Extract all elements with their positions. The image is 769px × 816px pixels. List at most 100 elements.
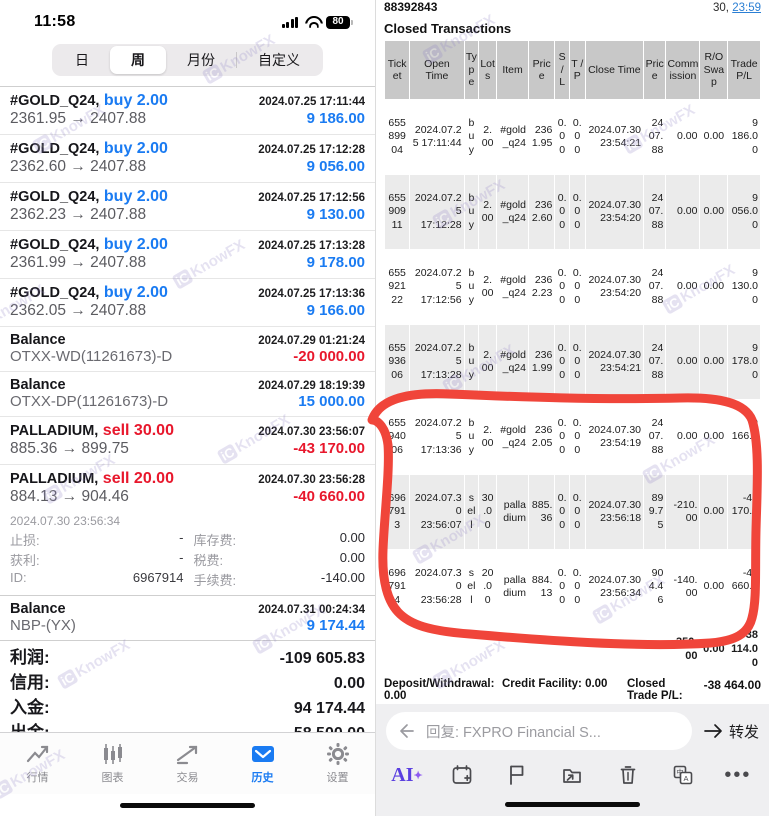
cell-sl: 0.00 <box>555 325 569 399</box>
list-item[interactable]: #GOLD_Q24, buy 2.00 2024.07.25 17:13:36 2… <box>0 278 375 326</box>
list-item[interactable]: #GOLD_Q24, buy 2.00 2024.07.25 17:11:44 2… <box>0 86 375 134</box>
trash-icon[interactable] <box>613 760 643 790</box>
trade-symbol: Balance <box>10 332 66 348</box>
detail-close-time: 2024.07.30 23:56:34 <box>10 514 121 528</box>
cell-lots: 2.00 <box>479 250 497 324</box>
home-indicator-area-right <box>376 792 769 816</box>
cell-item: palladium <box>497 475 528 549</box>
table-row[interactable]: 6967914 2024.07.30 23:56:28 sell 20.00 p… <box>385 550 760 624</box>
status-time: 11:58 <box>34 13 76 30</box>
ai-sparkle-icon[interactable]: AI ✦ <box>391 760 422 790</box>
cell-open-price: 884.13 <box>528 550 555 624</box>
quotes-icon <box>26 745 48 763</box>
statement-date-day: 30, <box>713 2 730 14</box>
cell-close-price: 2407.88 <box>644 325 666 399</box>
trade-symbol: #GOLD_Q24, <box>10 93 100 109</box>
cell-open-time: 2024.07.25 17:11:44 <box>410 100 464 174</box>
cell-commission: 0.00 <box>666 400 700 474</box>
tab-month[interactable]: 月份 <box>166 46 236 74</box>
chart-candles-icon <box>103 744 122 764</box>
reply-placeholder-text: 回复: FXPRO Financial S... <box>426 724 601 741</box>
list-item[interactable]: PALLADIUM, sell 20.00 2024.07.30 23:56:28… <box>0 464 375 512</box>
tab-custom[interactable]: 自定义 <box>237 46 321 74</box>
more-icon[interactable]: ••• <box>723 760 753 790</box>
cell-open-time: 2024.07.25 17:12:56 <box>410 250 464 324</box>
cell-ticket: 6967913 <box>385 475 410 549</box>
list-item[interactable]: #GOLD_Q24, buy 2.00 2024.07.25 17:12:28 2… <box>0 134 375 182</box>
closed-transactions-table-wrap[interactable]: Ticket Open Time Type Lots Item Price S … <box>376 40 769 674</box>
cell-open-price: 885.36 <box>528 475 555 549</box>
closed-transactions-table: Ticket Open Time Type Lots Item Price S … <box>384 40 761 674</box>
detail-tp-value: - <box>179 550 184 565</box>
cell-open-time: 2024.07.25 17:13:36 <box>410 400 464 474</box>
flag-icon[interactable] <box>502 760 532 790</box>
mail-toolbar: 回复: FXPRO Financial S... 转发 AI ✦ 中 A ••• <box>376 704 769 792</box>
forward-button[interactable]: 转发 <box>702 721 759 742</box>
col-trade-pl: Trade P/L <box>728 41 760 99</box>
totals-row: -350.00 0.00 -38 114.00 <box>385 625 760 674</box>
list-item[interactable]: Balance 2024.07.31 00:24:34 NBP-(YX) 9 174… <box>0 595 375 640</box>
tab-week[interactable]: 周 <box>110 46 166 74</box>
home-indicator[interactable] <box>120 802 255 808</box>
list-item[interactable]: #GOLD_Q24, buy 2.00 2024.07.25 17:13:28 2… <box>0 230 375 278</box>
cell-open-price: 2361.95 <box>528 100 555 174</box>
tab-label: 历史 <box>251 772 274 784</box>
closed-trade-pl-label: Closed Trade P/L: <box>627 678 683 703</box>
sidebar-item-history[interactable]: 历史 <box>231 742 295 785</box>
phone-status-bar: 11:58 80 <box>0 0 375 40</box>
tab-label: 图表 <box>101 772 124 784</box>
translate-icon[interactable]: 中 A <box>668 760 698 790</box>
table-row[interactable]: 65589904 2024.07.25 17:11:44 buy 2.00 #g… <box>385 100 760 174</box>
cell-ticket: 65593606 <box>385 325 410 399</box>
calendar-add-icon[interactable] <box>447 760 477 790</box>
trade-side: buy 2.00 <box>103 140 168 157</box>
trade-date: 2024.07.25 17:12:56 <box>258 192 365 204</box>
table-row[interactable]: 65594006 2024.07.25 17:13:36 buy 2.00 #g… <box>385 400 760 474</box>
move-to-folder-icon[interactable] <box>557 760 587 790</box>
table-row[interactable]: 65593606 2024.07.25 17:13:28 buy 2.00 #g… <box>385 325 760 399</box>
tab-day[interactable]: 日 <box>54 46 110 74</box>
cell-item: palladium <box>497 550 528 624</box>
statement-time-link[interactable]: 23:59 <box>732 2 761 14</box>
table-row[interactable]: 65592122 2024.07.25 17:12:56 buy 2.00 #g… <box>385 250 760 324</box>
history-inbox-icon <box>251 746 274 762</box>
cell-close-price: 899.75 <box>644 475 666 549</box>
cell-close-price: 2407.88 <box>644 100 666 174</box>
cell-close-price: 2407.88 <box>644 400 666 474</box>
list-item[interactable]: #GOLD_Q24, buy 2.00 2024.07.25 17:12:56 2… <box>0 182 375 230</box>
cell-close-time: 2024.07.30 23:54:19 <box>585 400 644 474</box>
trade-symbol: #GOLD_Q24, <box>10 285 100 301</box>
trade-side: sell 20.00 <box>102 470 174 487</box>
detail-id-value: 6967914 <box>132 570 184 585</box>
sidebar-item-trade[interactable]: 交易 <box>156 742 220 785</box>
cell-close-price: 904.46 <box>644 550 666 624</box>
sidebar-item-charts[interactable]: 图表 <box>81 742 145 785</box>
trade-profit: 9 056.00 <box>306 158 365 175</box>
reply-input[interactable]: 回复: FXPRO Financial S... <box>386 712 692 750</box>
history-list[interactable]: #GOLD_Q24, buy 2.00 2024.07.25 17:11:44 2… <box>0 86 375 732</box>
table-row[interactable]: 65590911 2024.07.25 17:12:28 buy 2.00 #g… <box>385 175 760 249</box>
table-row[interactable]: 6967913 2024.07.30 23:56:07 sell 30.00 p… <box>385 475 760 549</box>
cell-type: buy <box>464 100 479 174</box>
trade-icon <box>176 745 197 765</box>
sidebar-item-settings[interactable]: 设置 <box>306 742 370 785</box>
cell-close-time: 2024.07.30 23:54:21 <box>585 100 644 174</box>
list-item[interactable]: PALLADIUM, sell 30.00 2024.07.30 23:56:07… <box>0 416 375 464</box>
cell-lots: 2.00 <box>479 400 497 474</box>
cell-open-price: 2361.99 <box>528 325 555 399</box>
mail-action-icons: AI ✦ 中 A ••• <box>386 750 759 792</box>
detail-swap-label: 库存费: <box>193 533 237 548</box>
detail-commission-label: 手续费: <box>193 573 237 588</box>
list-item[interactable]: Balance 2024.07.29 18:19:39 OTXX-DP(11261… <box>0 371 375 416</box>
list-item[interactable]: Balance 2024.07.29 01:21:24 OTXX-WD(11261… <box>0 326 375 371</box>
col-commission: Commission <box>666 41 700 99</box>
detail-tax-value: 0.00 <box>339 550 365 565</box>
col-tp: T / P <box>569 41 585 99</box>
sidebar-item-quotes[interactable]: 行情 <box>6 742 70 785</box>
cell-swap: 0.00 <box>700 250 728 324</box>
summary-value: -109 605.83 <box>279 650 365 667</box>
home-indicator-right[interactable] <box>505 801 640 807</box>
cell-ticket: 65589904 <box>385 100 410 174</box>
cell-type: buy <box>464 400 479 474</box>
deposit-withdrawal-label: Deposit/Withdrawal: 0.00 <box>384 678 495 703</box>
